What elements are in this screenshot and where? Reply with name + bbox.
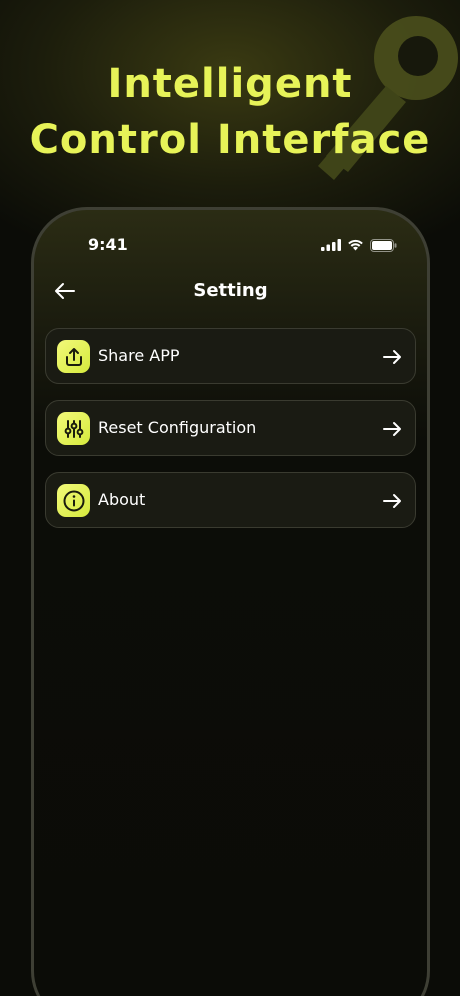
arrow-right-icon — [381, 346, 403, 368]
arrow-right-icon — [381, 490, 403, 512]
menu-item-reset-configuration[interactable]: Reset Configuration — [45, 400, 416, 456]
status-bar: 9:41 — [34, 210, 427, 270]
arrow-right-icon — [381, 418, 403, 440]
menu-item-about[interactable]: About — [45, 472, 416, 528]
wifi-icon — [348, 239, 363, 251]
headline-line-2: Control Interface — [29, 117, 431, 163]
menu-item-label: Share APP — [98, 346, 180, 365]
battery-icon — [370, 238, 397, 252]
menu-item-label: About — [98, 490, 146, 509]
page-title: Setting — [193, 280, 268, 301]
sliders-icon — [57, 412, 90, 445]
share-upload-icon — [57, 340, 90, 373]
headline-line-1: Intelligent — [107, 61, 353, 107]
settings-menu: Share APP Reset Configuration About — [45, 328, 416, 544]
cellular-signal-icon — [321, 239, 341, 251]
menu-item-label: Reset Configuration — [98, 418, 257, 437]
status-time: 9:41 — [88, 235, 128, 254]
info-icon — [57, 484, 90, 517]
phone-frame: 9:41 Setting Share APP Reset Configurati… — [31, 207, 430, 996]
headline: Intelligent Control Interface — [0, 56, 460, 168]
menu-item-share-app[interactable]: Share APP — [45, 328, 416, 384]
navbar: Setting — [34, 270, 427, 314]
status-icons — [321, 238, 397, 252]
